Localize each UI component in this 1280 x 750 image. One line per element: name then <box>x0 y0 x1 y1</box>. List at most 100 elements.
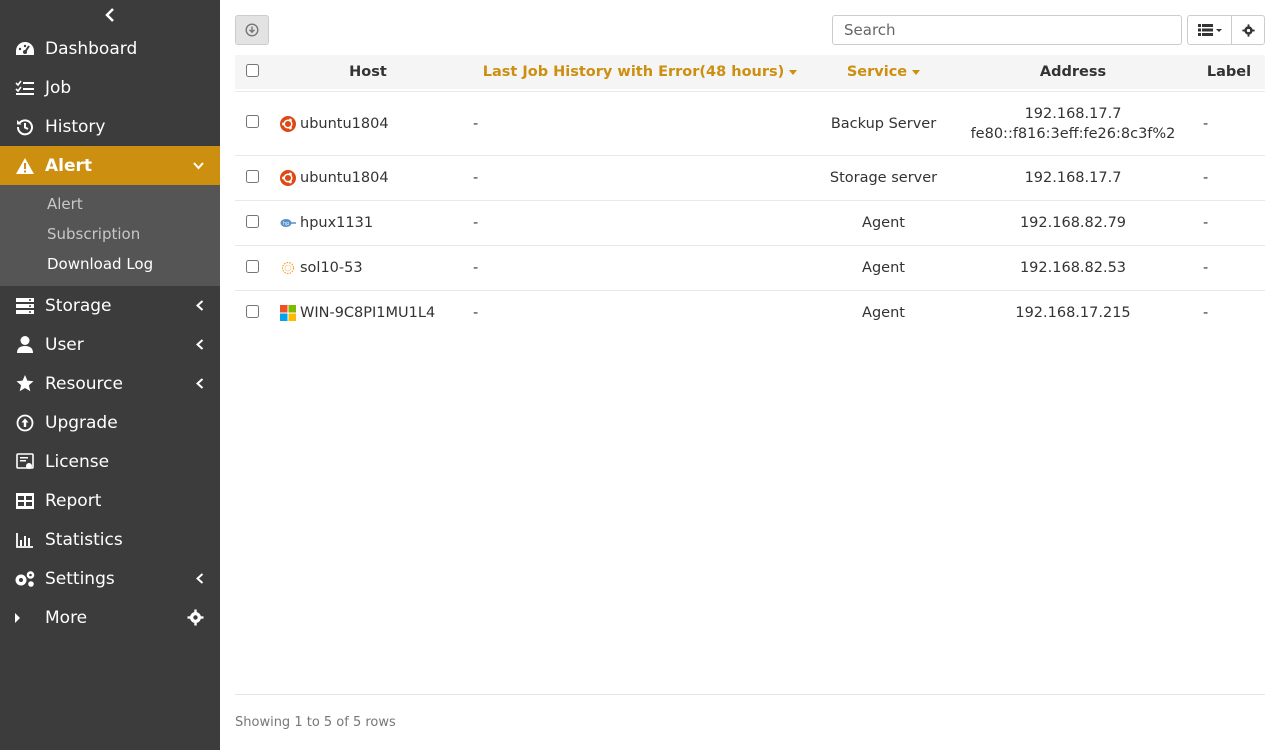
main-content: Host Last Job History with Error(48 hour… <box>235 0 1265 750</box>
bar-chart-icon <box>14 530 36 550</box>
subnav-subscription[interactable]: Subscription <box>0 219 220 249</box>
sidebar-collapse-button[interactable] <box>0 0 220 29</box>
service: Backup Server <box>814 91 953 155</box>
row-checkbox[interactable] <box>246 259 259 273</box>
chevron-down-icon <box>193 146 204 185</box>
host-name[interactable]: hpux1131 <box>300 215 373 231</box>
nav-alert[interactable]: Alert <box>0 146 220 185</box>
nav-more[interactable]: More <box>0 598 220 637</box>
select-all-checkbox[interactable] <box>246 63 259 77</box>
address: 192.168.17.7 <box>1024 170 1122 186</box>
chevron-left-icon <box>196 325 204 364</box>
address: 192.168.82.79 <box>1019 215 1127 231</box>
svg-text:hp: hp <box>283 221 289 227</box>
table-row[interactable]: sol10-53 - Agent 192.168.82.53 - <box>235 245 1265 290</box>
sort-caret-icon <box>912 69 921 75</box>
nav-history[interactable]: History <box>0 107 220 146</box>
label: - <box>1193 91 1265 155</box>
solaris-icon <box>280 260 296 276</box>
nav-dashboard[interactable]: Dashboard <box>0 29 220 68</box>
user-icon <box>14 335 36 355</box>
sidebar: Dashboard Job History Alert Alert Subscr… <box>0 0 220 750</box>
row-checkbox[interactable] <box>246 214 259 228</box>
column-header-service[interactable]: Service <box>814 55 953 91</box>
table-header-row: Host Last Job History with Error(48 hour… <box>235 55 1265 91</box>
hpux-icon: hp <box>280 215 296 231</box>
column-header-address[interactable]: Address <box>953 55 1193 91</box>
windows-icon <box>280 305 296 321</box>
address-cell: 192.168.82.53 <box>953 245 1193 290</box>
hosts-table: Host Last Job History with Error(48 hour… <box>235 55 1265 335</box>
search-input[interactable] <box>832 15 1182 45</box>
nav-history-label: History <box>45 116 106 137</box>
address: fe80::f816:3eff:fe26:8c3f%2 <box>970 125 1176 142</box>
row-checkbox[interactable] <box>246 115 259 128</box>
table-icon <box>14 491 36 511</box>
list-icon <box>14 78 36 98</box>
nav-report-label: Report <box>45 490 102 511</box>
last-job-error: - <box>466 290 814 335</box>
nav-storage[interactable]: Storage <box>0 286 220 325</box>
nav-license[interactable]: License <box>0 442 220 481</box>
nav-report[interactable]: Report <box>0 481 220 520</box>
chevron-left-icon <box>196 559 204 598</box>
star-icon <box>14 374 36 394</box>
nav-resource[interactable]: Resource <box>0 364 220 403</box>
nav-settings-label: Settings <box>45 568 115 589</box>
address-cell: 192.168.17.7 <box>953 155 1193 200</box>
row-checkbox[interactable] <box>246 304 259 318</box>
table-row[interactable]: ubuntu1804 - Backup Server 192.168.17.7 f… <box>235 91 1265 155</box>
gears-icon <box>14 569 36 589</box>
nav-upgrade[interactable]: Upgrade <box>0 403 220 442</box>
table-settings-button[interactable] <box>1231 15 1265 45</box>
chevron-left-icon <box>196 364 204 403</box>
nav-settings[interactable]: Settings <box>0 559 220 598</box>
row-checkbox[interactable] <box>246 169 259 183</box>
service: Agent <box>814 200 953 245</box>
subnav-alert[interactable]: Alert <box>0 189 220 219</box>
label: - <box>1193 155 1265 200</box>
nav-statistics[interactable]: Statistics <box>0 520 220 559</box>
label: - <box>1193 200 1265 245</box>
nav-user[interactable]: User <box>0 325 220 364</box>
address: 192.168.82.53 <box>1019 260 1127 276</box>
address: 192.168.17.215 <box>1015 305 1131 321</box>
service: Agent <box>814 290 953 335</box>
host-name[interactable]: sol10-53 <box>300 260 363 276</box>
nav-job[interactable]: Job <box>0 68 220 107</box>
ubuntu-icon <box>280 115 296 132</box>
service: Storage server <box>814 155 953 200</box>
nav-storage-label: Storage <box>45 295 112 316</box>
table-footer-divider <box>235 694 1265 695</box>
table-row[interactable]: WIN-9C8PI1MU1L4 - Agent 192.168.17.215 - <box>235 290 1265 335</box>
last-job-error: - <box>466 155 814 200</box>
nav-user-label: User <box>45 334 84 355</box>
address-cell: 192.168.17.7 fe80::f816:3eff:fe26:8c3f%2 <box>953 91 1193 155</box>
upgrade-icon <box>14 413 36 433</box>
host-name[interactable]: ubuntu1804 <box>300 170 389 186</box>
export-button[interactable] <box>235 15 269 45</box>
nav-job-label: Job <box>45 77 72 98</box>
service: Agent <box>814 245 953 290</box>
alert-submenu: Alert Subscription Download Log <box>0 185 220 286</box>
host-name[interactable]: ubuntu1804 <box>300 116 389 132</box>
warning-icon <box>14 156 36 176</box>
chevron-left-icon <box>105 7 114 22</box>
last-job-error: - <box>466 200 814 245</box>
column-header-last-job-error[interactable]: Last Job History with Error(48 hours) <box>466 55 814 91</box>
gear-icon[interactable] <box>187 598 204 637</box>
subnav-download-log[interactable]: Download Log <box>0 249 220 279</box>
caret-right-icon <box>14 608 36 628</box>
table-row[interactable]: ubuntu1804 - Storage server 192.168.17.7… <box>235 155 1265 200</box>
table-row[interactable]: hp hpux1131 - Agent 192.168.82.79 - <box>235 200 1265 245</box>
label: - <box>1193 290 1265 335</box>
columns-toggle-button[interactable] <box>1187 15 1232 45</box>
gear-icon <box>1241 23 1255 37</box>
host-name[interactable]: WIN-9C8PI1MU1L4 <box>300 305 435 321</box>
column-header-label[interactable]: Label <box>1193 55 1265 91</box>
column-header-host[interactable]: Host <box>270 55 466 91</box>
nav-resource-label: Resource <box>45 373 123 394</box>
download-circle-icon <box>245 23 259 37</box>
ubuntu-icon <box>280 170 296 186</box>
license-icon <box>14 452 36 472</box>
